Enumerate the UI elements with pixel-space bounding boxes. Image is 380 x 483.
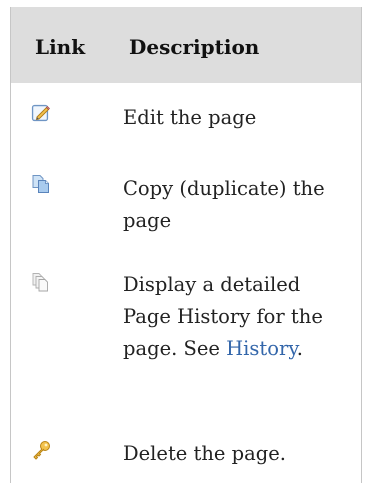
edit-icon[interactable] [31,103,51,123]
table-row-history: Display a detailed Page History for the … [11,265,361,437]
table-row-delete: Delete the page. [11,437,361,483]
description-history-period: . [296,337,303,360]
table-row-copy: Copy (duplicate) the page [11,157,361,265]
description-delete: Delete the page. [123,442,286,465]
description-history: Display a detailed Page History for the … [123,269,353,365]
actions-table: Link Description Edit the page Copy (dup… [10,7,362,483]
description-edit: Edit the page [123,106,257,129]
table-header-row: Link Description [11,7,361,83]
history-link[interactable]: History [226,337,297,360]
copy-icon[interactable] [31,174,51,194]
column-header-link: Link [35,35,86,59]
description-copy: Copy (duplicate) the page [123,177,325,232]
column-header-description: Description [129,35,260,59]
table-row-edit: Edit the page [11,83,361,157]
history-icon[interactable] [31,272,51,292]
delete-icon[interactable] [31,440,51,460]
